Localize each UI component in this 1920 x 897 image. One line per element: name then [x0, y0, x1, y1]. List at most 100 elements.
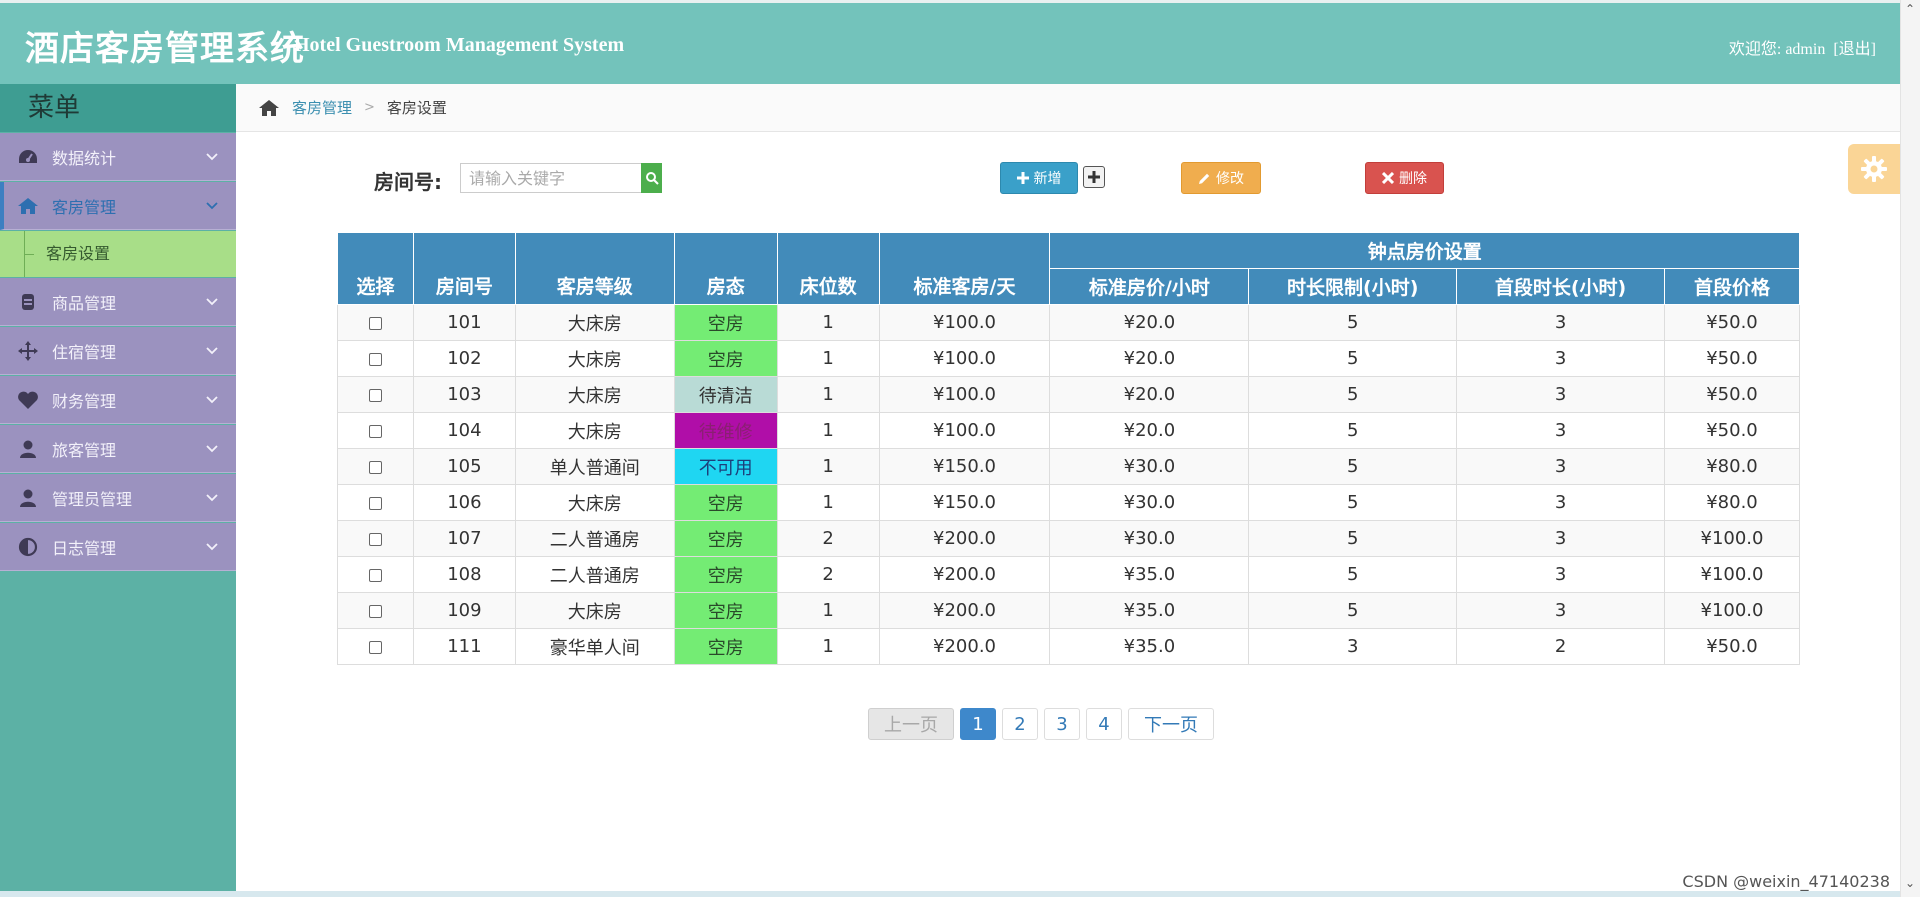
cell-select	[337, 556, 414, 593]
chevron-down-icon	[206, 396, 218, 404]
cell-first-price: ¥50.0	[1663, 376, 1801, 413]
user-icon	[16, 439, 40, 459]
gear-icon	[1861, 156, 1887, 182]
column-header-beds: 床位数	[776, 232, 880, 305]
sidebar-item-rooms[interactable]: 客房管理	[0, 182, 236, 230]
table-row: 102 大床房 空房 1 ¥100.0 ¥20.0 5 3 ¥50.0	[337, 340, 1801, 377]
cell-room: 108	[412, 556, 516, 593]
cell-daily-price: ¥100.0	[878, 304, 1051, 341]
cell-daily-price: ¥200.0	[878, 628, 1051, 665]
cell-daily-price: ¥100.0	[878, 412, 1051, 449]
page-button-3[interactable]: 3	[1044, 708, 1080, 740]
add-button-label: 新增	[1033, 171, 1062, 187]
row-checkbox[interactable]	[368, 424, 382, 438]
contrast-icon	[16, 537, 40, 557]
sidebar-item-statistics[interactable]: 数据统计	[0, 133, 236, 181]
home-icon[interactable]	[258, 99, 280, 117]
cell-status: 空房	[673, 628, 778, 665]
table-row: 108 二人普通房 空房 2 ¥200.0 ¥35.0 5 3 ¥100.0	[337, 556, 1801, 593]
sidebar-item-label: 住宿管理	[52, 342, 117, 362]
cell-level: 大床房	[514, 340, 675, 377]
row-checkbox[interactable]	[368, 316, 382, 330]
cell-room: 103	[412, 376, 516, 413]
cell-duration-limit: 5	[1248, 592, 1458, 629]
cell-daily-price: ¥150.0	[878, 484, 1051, 521]
sidebar-item-products[interactable]: 商品管理	[0, 278, 236, 326]
page-button-4[interactable]: 4	[1086, 708, 1122, 740]
cell-status: 空房	[673, 484, 778, 521]
cell-first-price: ¥50.0	[1663, 628, 1801, 665]
cell-room: 102	[412, 340, 516, 377]
cell-level: 豪华单人间	[514, 628, 675, 665]
close-icon	[1382, 172, 1394, 184]
cell-status: 空房	[673, 340, 778, 377]
cell-first-price: ¥80.0	[1663, 484, 1801, 521]
delete-button[interactable]: 删除	[1365, 162, 1444, 194]
add-button[interactable]: 新增	[1000, 162, 1078, 194]
chevron-down-icon	[206, 153, 218, 161]
cell-beds: 1	[776, 340, 880, 377]
sidebar-item-admins[interactable]: 管理员管理	[0, 474, 236, 522]
row-checkbox[interactable]	[368, 388, 382, 402]
cell-hourly-price: ¥30.0	[1049, 448, 1250, 485]
page-button-2[interactable]: 2	[1002, 708, 1038, 740]
cell-status: 空房	[673, 592, 778, 629]
cell-hourly-price: ¥35.0	[1049, 628, 1250, 665]
cell-status: 不可用	[673, 448, 778, 485]
cell-daily-price: ¥100.0	[878, 340, 1051, 377]
search-button[interactable]	[641, 163, 662, 193]
search-icon	[645, 172, 659, 185]
scroll-up-icon[interactable]: ⌃	[1905, 2, 1915, 16]
search-label: 房间号:	[374, 170, 442, 194]
cell-hourly-price: ¥20.0	[1049, 340, 1250, 377]
scroll-down-icon[interactable]: ⌄	[1905, 876, 1915, 890]
sidebar-item-lodging[interactable]: 住宿管理	[0, 327, 236, 375]
cell-first-price: ¥100.0	[1663, 592, 1801, 629]
settings-button[interactable]	[1848, 144, 1900, 194]
cell-hourly-price: ¥20.0	[1049, 376, 1250, 413]
sidebar-item-guests[interactable]: 旅客管理	[0, 425, 236, 473]
cell-status: 空房	[673, 556, 778, 593]
cell-hourly-price: ¥20.0	[1049, 412, 1250, 449]
table-row: 105 单人普通间 不可用 1 ¥150.0 ¥30.0 5 3 ¥80.0	[337, 448, 1801, 485]
cell-beds: 1	[776, 448, 880, 485]
search-input[interactable]	[460, 163, 642, 193]
cell-beds: 1	[776, 376, 880, 413]
sidebar-item-label: 财务管理	[52, 391, 117, 411]
cell-room: 105	[412, 448, 516, 485]
row-checkbox[interactable]	[368, 640, 382, 654]
edit-button[interactable]: 修改	[1181, 162, 1261, 194]
row-checkbox[interactable]	[368, 604, 382, 618]
logout-link[interactable]: [退出]	[1833, 41, 1876, 58]
cell-daily-price: ¥150.0	[878, 448, 1051, 485]
chevron-down-icon	[206, 445, 218, 453]
watermark: CSDN @weixin_47140238	[1682, 872, 1890, 891]
cell-duration-limit: 5	[1248, 340, 1458, 377]
delete-button-label: 删除	[1399, 171, 1427, 187]
plus-icon	[1088, 171, 1100, 183]
next-page-button[interactable]: 下一页	[1128, 708, 1214, 740]
row-checkbox[interactable]	[368, 496, 382, 510]
row-checkbox[interactable]	[368, 568, 382, 582]
sidebar-item-logs[interactable]: 日志管理	[0, 523, 236, 571]
page-button-1[interactable]: 1	[960, 708, 996, 740]
column-header-first-price: 首段价格	[1663, 268, 1801, 305]
cell-first-duration: 3	[1456, 304, 1665, 341]
row-checkbox[interactable]	[368, 352, 382, 366]
cell-first-duration: 3	[1456, 520, 1665, 557]
page-scrollbar[interactable]: ⌃ ⌄	[1900, 0, 1920, 897]
chevron-down-icon	[206, 202, 218, 210]
prev-page-button[interactable]: 上一页	[868, 708, 954, 740]
expand-plus-button[interactable]	[1083, 166, 1105, 188]
cell-select	[337, 484, 414, 521]
breadcrumb-separator-icon: >	[364, 100, 375, 115]
row-checkbox[interactable]	[368, 532, 382, 546]
cell-room: 106	[412, 484, 516, 521]
breadcrumb-parent[interactable]: 客房管理	[292, 97, 352, 118]
sidebar-subitem-room-settings[interactable]: 客房设置	[0, 231, 236, 277]
menu-title: 菜单	[0, 84, 236, 132]
row-checkbox[interactable]	[368, 460, 382, 474]
cell-level: 二人普通房	[514, 520, 675, 557]
table-row: 101 大床房 空房 1 ¥100.0 ¥20.0 5 3 ¥50.0	[337, 304, 1801, 341]
sidebar-item-finance[interactable]: 财务管理	[0, 376, 236, 424]
